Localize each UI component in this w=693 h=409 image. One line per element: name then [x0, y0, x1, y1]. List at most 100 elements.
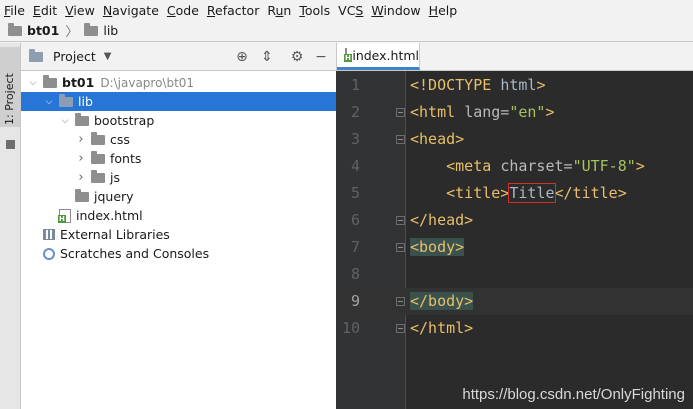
code-line: 9 </body> — [336, 288, 693, 315]
chevron-down-icon[interactable]: ⌵ — [43, 97, 55, 107]
locate-icon[interactable]: ⊕ — [234, 49, 250, 65]
tree-item-label: fonts — [110, 151, 142, 166]
chevron-down-icon[interactable]: ⌵ — [59, 116, 71, 126]
project-icon — [29, 48, 43, 62]
code-text: <!DOCTYPE html> — [410, 72, 545, 99]
menu-code[interactable]: Code — [162, 3, 202, 18]
code-token: <body> — [410, 238, 465, 256]
code-text: <html lang="en"> — [410, 99, 555, 126]
line-number: 3 — [350, 130, 360, 148]
tree-item-index-html[interactable]: Hindex.html — [21, 206, 336, 225]
project-tool-label: 1: Project — [3, 73, 16, 125]
tree-item-fonts[interactable]: › fonts — [21, 149, 336, 168]
tree-item-label: index.html — [76, 208, 143, 223]
folder-icon — [91, 169, 105, 183]
tree-item-scratches-and-consoles[interactable]: Scratches and Consoles — [21, 244, 336, 263]
code-line: 2 <html lang="en"> — [336, 99, 693, 126]
tree-item-css[interactable]: › css — [21, 130, 336, 149]
menu-run[interactable]: Run — [262, 3, 294, 18]
code-editor[interactable]: 1 <!DOCTYPE html> 2 <html lang="en"> 3 <head>… — [336, 71, 693, 409]
line-number: 7 — [350, 238, 360, 256]
code-token: <html — [410, 103, 465, 121]
code-token: </body> — [410, 292, 474, 310]
code-text: </body> — [410, 288, 474, 315]
fold-marker-icon[interactable] — [396, 324, 405, 333]
chevron-right-icon[interactable]: › — [75, 151, 87, 166]
line-number: 9 — [350, 292, 360, 310]
fold-marker-icon[interactable] — [396, 297, 405, 306]
tab-index-html[interactable]: H index.html — [337, 43, 420, 70]
chevron-down-icon[interactable]: ▼ — [104, 51, 112, 62]
fold-marker-icon[interactable] — [396, 243, 405, 252]
collapse-all-icon[interactable]: ⇕ — [259, 49, 275, 65]
hide-icon[interactable]: − — [313, 49, 329, 65]
menu-window[interactable]: Window — [366, 3, 423, 18]
tree-item-label: External Libraries — [60, 227, 170, 242]
folder-icon — [59, 93, 73, 107]
menu-bar: File Edit View Navigate Code Refactor Run Tools… — [0, 0, 693, 20]
menu-file[interactable]: File — [0, 3, 28, 18]
project-tool-tab[interactable]: 1: Project — [0, 47, 20, 127]
code-token: "en" — [509, 103, 546, 121]
project-path: D:\javapro\bt01 — [100, 75, 195, 90]
breadcrumb-item-lib[interactable]: lib — [84, 22, 118, 38]
menu-edit[interactable]: Edit — [28, 3, 60, 18]
code-text: <head> — [410, 126, 464, 153]
fold-marker-icon[interactable] — [396, 216, 405, 225]
folder-icon — [75, 188, 89, 202]
editor-tab-bar: H index.html — [336, 43, 693, 71]
breadcrumb-item-project[interactable]: bt01 — [8, 22, 59, 38]
line-number: 5 — [350, 184, 360, 202]
menu-help[interactable]: Help — [424, 3, 461, 18]
gear-icon[interactable]: ⚙ — [289, 49, 305, 65]
project-panel: Project ▼ ⊕ ⇕ ⚙ − ⌵ bt01 D:\javapro\bt01 ⌵ l… — [21, 43, 336, 409]
tree-item-bootstrap[interactable]: ⌵ bootstrap — [21, 111, 336, 130]
tree-item-label: lib — [78, 94, 93, 109]
chevron-right-icon[interactable]: › — [75, 170, 87, 185]
code-line: 5 <title>Title</title> — [336, 180, 693, 207]
menu-view[interactable]: View — [60, 3, 98, 18]
folder-icon — [43, 74, 57, 88]
structure-icon[interactable] — [6, 140, 15, 149]
tree-item-label: bootstrap — [94, 113, 155, 128]
code-line: 1 <!DOCTYPE html> — [336, 72, 693, 99]
line-number: 10 — [341, 319, 360, 337]
scratch-icon — [43, 247, 55, 260]
line-number: 8 — [350, 265, 360, 283]
code-token: > — [635, 157, 645, 175]
code-token: <head> — [410, 130, 465, 148]
fold-marker-icon[interactable] — [396, 108, 405, 117]
code-token: charset= — [500, 157, 573, 175]
menu-navigate[interactable]: Navigate — [98, 3, 162, 18]
tree-item-lib[interactable]: ⌵ lib — [21, 92, 336, 111]
folder-icon — [75, 112, 89, 126]
html-file-icon: H — [58, 208, 71, 223]
tree-item-bt01[interactable]: ⌵ bt01 D:\javapro\bt01 — [21, 73, 336, 92]
code-token: <meta — [446, 157, 501, 175]
folder-icon — [91, 150, 105, 164]
project-view-selector[interactable]: Project — [53, 49, 96, 64]
highlighted-title-text: Title — [508, 183, 556, 203]
menu-vcs[interactable]: VCS — [333, 3, 366, 18]
code-token: </html> — [410, 319, 474, 337]
code-token: </title> — [554, 184, 627, 202]
code-token: html — [500, 76, 537, 94]
code-token: <title> — [446, 184, 510, 202]
chevron-down-icon[interactable]: ⌵ — [27, 78, 39, 88]
tree-item-js[interactable]: › js — [21, 168, 336, 187]
line-number: 1 — [350, 76, 360, 94]
menu-tools[interactable]: Tools — [294, 3, 333, 18]
line-number: 2 — [350, 103, 360, 121]
code-text: </html> — [410, 315, 473, 342]
chevron-right-icon[interactable]: › — [75, 132, 87, 147]
tree-item-external-libraries[interactable]: External Libraries — [21, 225, 336, 244]
code-line: 4 <meta charset="UTF-8"> — [336, 153, 693, 180]
tree-item-label: js — [110, 170, 120, 185]
tool-window-stripe: 1: Project — [0, 43, 21, 409]
tree-item-jquery[interactable]: jquery — [21, 187, 336, 206]
fold-marker-icon[interactable] — [396, 135, 405, 144]
code-text: <body> — [410, 234, 465, 261]
html-file-icon: H — [344, 48, 352, 62]
menu-refactor[interactable]: Refactor — [202, 3, 262, 18]
tree-item-label: Scratches and Consoles — [60, 246, 210, 261]
